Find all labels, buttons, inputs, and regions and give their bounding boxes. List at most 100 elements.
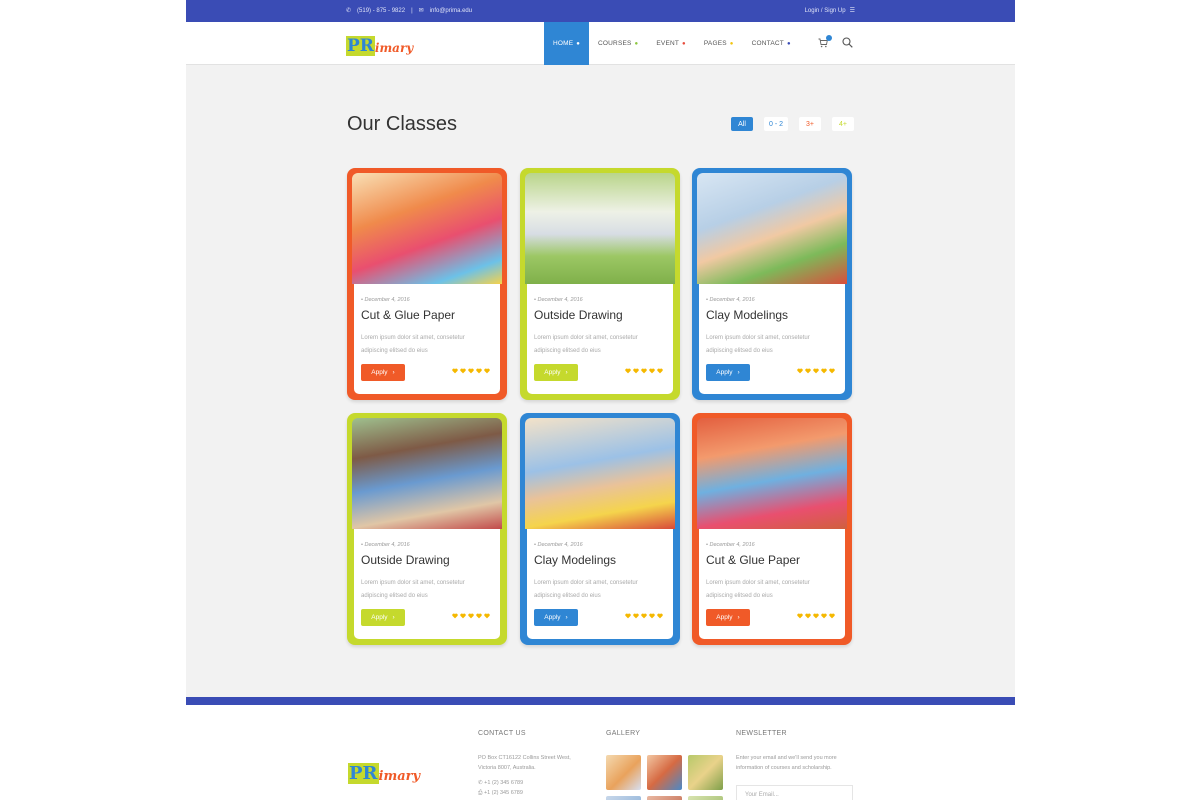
date-dot-icon: • bbox=[706, 542, 708, 548]
contact-us-title: CONTACT US bbox=[478, 730, 526, 737]
apply-label: Apply bbox=[716, 614, 733, 621]
footer-logo-initials: PR bbox=[348, 763, 379, 784]
heart-icon bbox=[452, 368, 458, 374]
nav-event[interactable]: EVENT ● bbox=[647, 22, 695, 65]
rating-hearts bbox=[797, 368, 835, 374]
class-title[interactable]: Clay Modelings bbox=[534, 553, 616, 567]
apply-button[interactable]: Apply › bbox=[534, 364, 578, 381]
cart-icon[interactable] bbox=[818, 34, 832, 48]
gallery-thumb[interactable] bbox=[688, 796, 723, 800]
rating-hearts bbox=[625, 368, 663, 374]
footer-logo[interactable]: PR imary bbox=[348, 763, 420, 784]
class-card[interactable]: • December 4, 2016 Clay Modelings Lorem … bbox=[692, 168, 852, 400]
heart-icon bbox=[813, 368, 819, 374]
date-dot-icon: • bbox=[534, 297, 536, 303]
login-signup-link[interactable]: Login / Sign Up bbox=[805, 8, 846, 14]
contact-fax: ⎙ +1 (2) 345 6789 bbox=[478, 788, 523, 798]
class-title[interactable]: Cut & Glue Paper bbox=[361, 308, 455, 322]
class-card[interactable]: • December 4, 2016 Cut & Glue Paper Lore… bbox=[347, 168, 507, 400]
class-date-value: December 4, 2016 bbox=[537, 542, 583, 548]
heart-icon bbox=[625, 368, 631, 374]
heart-icon bbox=[468, 613, 474, 619]
class-card[interactable]: • December 4, 2016 Outside Drawing Lorem… bbox=[520, 168, 680, 400]
search-icon[interactable] bbox=[842, 37, 853, 48]
heart-icon bbox=[476, 613, 482, 619]
apply-button[interactable]: Apply › bbox=[706, 609, 750, 626]
filter-4-plus[interactable]: 4+ bbox=[832, 117, 855, 131]
apply-button[interactable]: Apply › bbox=[534, 609, 578, 626]
heart-icon bbox=[476, 368, 482, 374]
class-date-value: December 4, 2016 bbox=[709, 297, 755, 303]
top-bar-contact: ✆ (519) - 875 - 9822 | ✉ info@prima.edu bbox=[346, 7, 472, 15]
menu-icon[interactable]: ☰ bbox=[850, 7, 855, 14]
top-bar-phone: (519) - 875 - 9822 bbox=[357, 7, 406, 14]
mail-icon: ✉ bbox=[418, 8, 424, 14]
date-dot-icon: • bbox=[361, 542, 363, 548]
filter-0-2[interactable]: 0 - 2 bbox=[764, 117, 789, 131]
home-dot-icon: ● bbox=[576, 40, 581, 47]
apply-button[interactable]: Apply › bbox=[361, 609, 405, 626]
class-photo bbox=[697, 173, 847, 284]
apply-button[interactable]: Apply › bbox=[706, 364, 750, 381]
class-photo bbox=[352, 173, 502, 284]
gallery-thumb[interactable] bbox=[688, 755, 723, 790]
class-photo bbox=[697, 418, 847, 529]
class-title[interactable]: Outside Drawing bbox=[534, 308, 623, 322]
newsletter-text-2: information of courses and scholarship. bbox=[736, 765, 832, 771]
gallery-thumb[interactable] bbox=[647, 755, 682, 790]
nav-courses[interactable]: COURSES ● bbox=[589, 22, 647, 65]
chevron-right-icon: › bbox=[392, 614, 395, 621]
class-date-value: December 4, 2016 bbox=[364, 542, 410, 548]
class-date: • December 4, 2016 bbox=[361, 297, 410, 303]
apply-label: Apply bbox=[544, 369, 561, 376]
newsletter-title: NEWSLETTER bbox=[736, 730, 787, 737]
nav-contact[interactable]: CONTACT ● bbox=[743, 22, 800, 65]
nav-contact-label: CONTACT bbox=[751, 40, 784, 47]
class-title[interactable]: Outside Drawing bbox=[361, 553, 450, 567]
footer-logo-rest: imary bbox=[378, 769, 421, 784]
date-dot-icon: • bbox=[534, 542, 536, 548]
class-card-body: • December 4, 2016 Outside Drawing Lorem… bbox=[527, 284, 673, 394]
main-header: PR imary HOME ● COURSES ● EVENT ● PAGES … bbox=[186, 22, 1015, 65]
nav-pages[interactable]: PAGES ● bbox=[695, 22, 743, 65]
filter-3-plus[interactable]: 3+ bbox=[799, 117, 822, 131]
gallery-thumb[interactable] bbox=[647, 796, 682, 800]
nav-home[interactable]: HOME ● bbox=[544, 22, 589, 65]
class-title[interactable]: Clay Modelings bbox=[706, 308, 788, 322]
filter-all[interactable]: All bbox=[731, 117, 753, 131]
main-nav: HOME ● COURSES ● EVENT ● PAGES ● CONTACT… bbox=[544, 22, 800, 65]
rating-hearts bbox=[452, 368, 490, 374]
apply-button[interactable]: Apply › bbox=[361, 364, 405, 381]
class-description: Lorem ipsum dolor sit amet, consetetur a… bbox=[706, 580, 810, 599]
class-date-value: December 4, 2016 bbox=[537, 297, 583, 303]
newsletter-email-input[interactable]: Your Email... bbox=[736, 785, 853, 800]
gallery-thumb[interactable] bbox=[606, 755, 641, 790]
class-card[interactable]: • December 4, 2016 Outside Drawing Lorem… bbox=[347, 413, 507, 645]
class-photo bbox=[525, 173, 675, 284]
class-date: • December 4, 2016 bbox=[361, 542, 410, 548]
class-title[interactable]: Cut & Glue Paper bbox=[706, 553, 800, 567]
chevron-right-icon: › bbox=[392, 369, 395, 376]
class-card[interactable]: • December 4, 2016 Cut & Glue Paper Lore… bbox=[692, 413, 852, 645]
gallery-thumb[interactable] bbox=[606, 796, 641, 800]
top-bar-separator: | bbox=[411, 7, 413, 14]
rating-hearts bbox=[625, 613, 663, 619]
page: ✆ (519) - 875 - 9822 | ✉ info@prima.edu … bbox=[186, 0, 1015, 800]
top-bar-email[interactable]: info@prima.edu bbox=[430, 8, 472, 14]
site-logo[interactable]: PR imary bbox=[346, 32, 413, 56]
heart-icon bbox=[641, 368, 647, 374]
rating-hearts bbox=[452, 613, 490, 619]
class-photo bbox=[352, 418, 502, 529]
fax-icon: ⎙ bbox=[478, 790, 483, 796]
class-card-body: • December 4, 2016 Cut & Glue Paper Lore… bbox=[354, 284, 500, 394]
footer-band bbox=[186, 697, 1015, 705]
nav-home-label: HOME bbox=[552, 40, 574, 47]
heart-icon bbox=[821, 368, 827, 374]
class-date: • December 4, 2016 bbox=[534, 297, 583, 303]
class-card[interactable]: • December 4, 2016 Clay Modelings Lorem … bbox=[520, 413, 680, 645]
class-date: • December 4, 2016 bbox=[534, 542, 583, 548]
nav-event-label: EVENT bbox=[656, 40, 680, 47]
heart-icon bbox=[657, 368, 663, 374]
heart-icon bbox=[468, 368, 474, 374]
heart-icon bbox=[813, 613, 819, 619]
